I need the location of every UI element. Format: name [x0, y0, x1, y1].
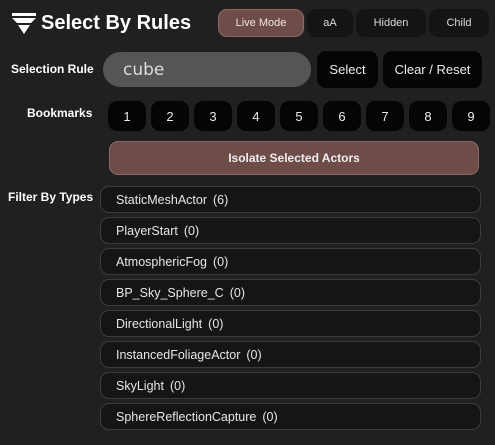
type-filter-item[interactable]: InstancedFoliageActor (0) [100, 341, 481, 368]
bookmark-8-button[interactable]: 8 [409, 101, 447, 131]
type-filter-item[interactable]: BP_Sky_Sphere_C (0) [100, 279, 481, 306]
type-filter-item[interactable]: SkyLight (0) [100, 372, 481, 399]
bookmark-2-button[interactable]: 2 [151, 101, 189, 131]
select-button[interactable]: Select [317, 51, 378, 88]
type-count: (6) [213, 192, 229, 207]
type-name: BP_Sky_Sphere_C [116, 285, 224, 300]
type-name: InstancedFoliageActor [116, 347, 241, 362]
live-mode-toggle[interactable]: Live Mode [218, 9, 304, 37]
isolate-selected-actors-button[interactable]: Isolate Selected Actors [109, 141, 479, 175]
type-filter-item[interactable]: PlayerStart (0) [100, 217, 481, 244]
type-name: StaticMeshActor [116, 192, 208, 207]
type-filter-item[interactable]: DirectionalLight (0) [100, 310, 481, 337]
type-count: (0) [183, 223, 200, 238]
bookmark-9-button[interactable]: 9 [452, 101, 490, 131]
bookmark-3-button[interactable]: 3 [194, 101, 232, 131]
type-name: SphereReflectionCapture [116, 409, 257, 424]
app-title: Select By Rules [41, 12, 192, 34]
bookmarks-label: Bookmarks [27, 106, 93, 120]
bookmark-5-button[interactable]: 5 [280, 101, 318, 131]
bookmark-6-button[interactable]: 6 [323, 101, 361, 131]
filter-by-types-label: Filter By Types [8, 190, 94, 204]
type-count: (0) [208, 316, 224, 331]
type-name: AtmosphericFog [116, 254, 208, 269]
selection-rule-input[interactable]: cube [103, 52, 311, 87]
hidden-toggle[interactable]: Hidden [356, 9, 426, 37]
type-count: (0) [229, 285, 245, 300]
type-name: DirectionalLight [116, 316, 203, 331]
type-filter-item[interactable]: AtmosphericFog (0) [100, 248, 481, 275]
type-filter-item[interactable]: SphereReflectionCapture (0) [100, 403, 481, 430]
type-count: (0) [262, 409, 278, 424]
type-count: (0) [246, 347, 262, 362]
clear-reset-button[interactable]: Clear / Reset [383, 51, 482, 88]
funnel-icon [12, 13, 36, 34]
type-count: (0) [213, 254, 229, 269]
bookmark-7-button[interactable]: 7 [366, 101, 404, 131]
selection-rule-label: Selection Rule [11, 62, 94, 76]
case-sensitive-toggle[interactable]: aA [307, 9, 353, 37]
type-count: (0) [169, 378, 186, 393]
child-toggle[interactable]: Child [429, 9, 489, 37]
bookmark-1-button[interactable]: 1 [108, 101, 146, 131]
type-name: PlayerStart [116, 223, 178, 238]
type-filter-item[interactable]: StaticMeshActor (6) [100, 186, 481, 213]
bookmark-4-button[interactable]: 4 [237, 101, 275, 131]
type-name: SkyLight [116, 378, 164, 393]
